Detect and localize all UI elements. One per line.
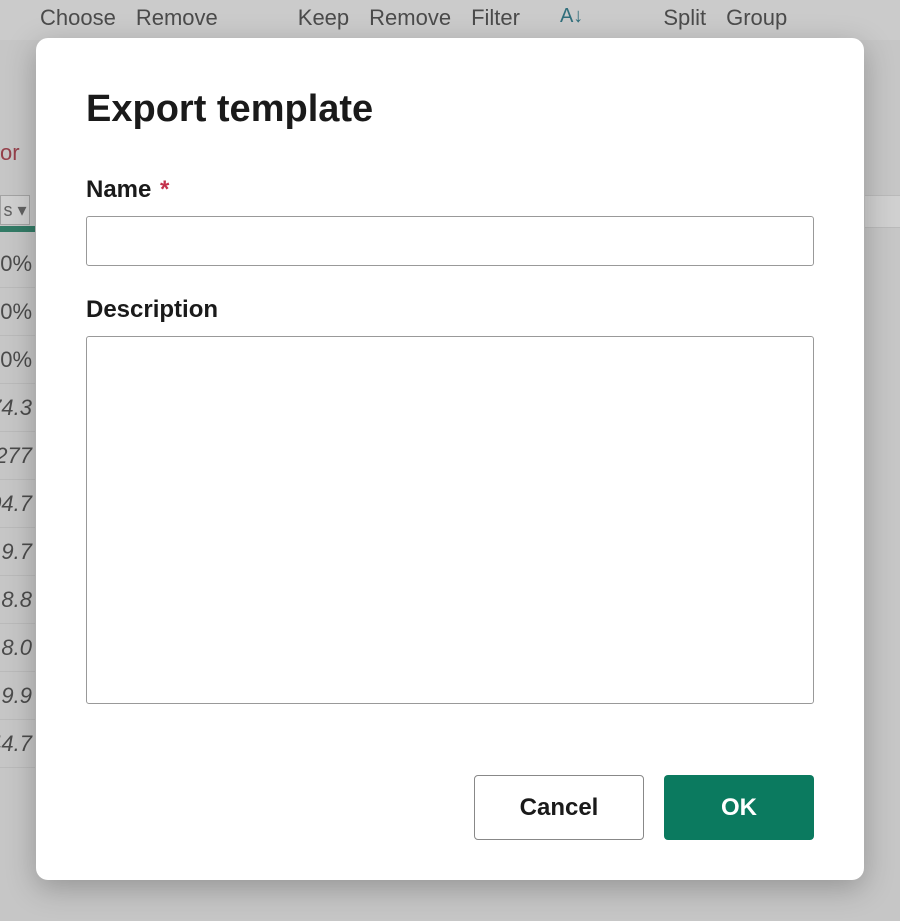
description-input[interactable] [86, 336, 814, 704]
ok-button[interactable]: OK [664, 775, 814, 840]
required-asterisk-icon: * [160, 176, 169, 203]
name-label: Name * [86, 176, 814, 204]
description-form-group: Description [86, 296, 814, 709]
name-input[interactable] [86, 216, 814, 266]
dialog-title: Export template [86, 88, 814, 131]
name-label-text: Name [86, 176, 151, 203]
export-template-dialog: Export template Name * Description Cance… [36, 38, 864, 880]
name-form-group: Name * [86, 176, 814, 266]
cancel-button[interactable]: Cancel [474, 775, 644, 840]
dialog-footer: Cancel OK [86, 745, 814, 840]
description-label: Description [86, 296, 814, 324]
